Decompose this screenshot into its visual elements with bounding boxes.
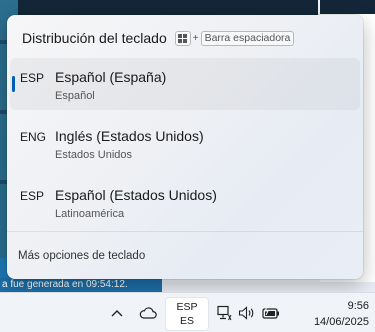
background-window-header — [18, 0, 318, 16]
layout-name: Inglés (Estados Unidos) — [55, 128, 204, 144]
windows-key-icon — [174, 30, 191, 46]
taskbar: ESP ES 9:56 14/06/2025 — [0, 292, 375, 332]
shortcut-plus: + — [192, 32, 199, 44]
flyout-header: Distribución del teclado + Barra espacia… — [22, 27, 295, 49]
volume-icon[interactable] — [237, 303, 257, 323]
clock-date: 14/06/2025 — [313, 316, 369, 328]
background-status-text: a fue generada en 09:54:12. — [0, 278, 162, 292]
input-language-button[interactable]: ESP ES — [165, 297, 209, 331]
network-icon[interactable] — [214, 303, 234, 323]
layout-name: Español (España) — [55, 69, 167, 85]
shortcut-hint: + Barra espaciadora — [174, 30, 295, 46]
layout-item-en-us[interactable]: ENG Inglés (Estados Unidos) Estados Unid… — [10, 117, 360, 169]
layout-code: ENG — [20, 130, 47, 144]
flyout-divider — [7, 231, 363, 232]
layout-subtitle: Estados Unidos — [55, 149, 133, 161]
language-code: ESP — [176, 301, 198, 313]
layout-subtitle: Español — [55, 90, 95, 102]
keyboard-layout-flyout: Distribución del teclado + Barra espacia… — [7, 15, 363, 279]
battery-icon[interactable] — [260, 303, 280, 323]
selected-indicator — [12, 76, 15, 92]
layout-item-es-us[interactable]: ESP Español (Estados Unidos) Latinoaméri… — [10, 176, 360, 228]
chevron-up-icon[interactable] — [107, 303, 127, 323]
layout-item-es-es[interactable]: ESP Español (España) Español — [10, 58, 360, 110]
clock-time: 9:56 — [347, 300, 369, 312]
spacebar-key: Barra espaciadora — [200, 30, 295, 46]
language-region: ES — [179, 315, 194, 327]
layout-name: Español (Estados Unidos) — [55, 187, 217, 203]
background-window-header-right — [320, 0, 375, 14]
layout-subtitle: Latinoamérica — [55, 208, 125, 220]
flyout-title: Distribución del teclado — [22, 30, 167, 46]
layout-code: ESP — [20, 71, 45, 85]
taskbar-clock[interactable]: 9:56 14/06/2025 — [314, 298, 369, 330]
more-keyboard-options-link[interactable]: Más opciones de teclado — [18, 250, 145, 262]
layout-code: ESP — [20, 189, 45, 203]
cloud-icon[interactable] — [138, 303, 158, 323]
